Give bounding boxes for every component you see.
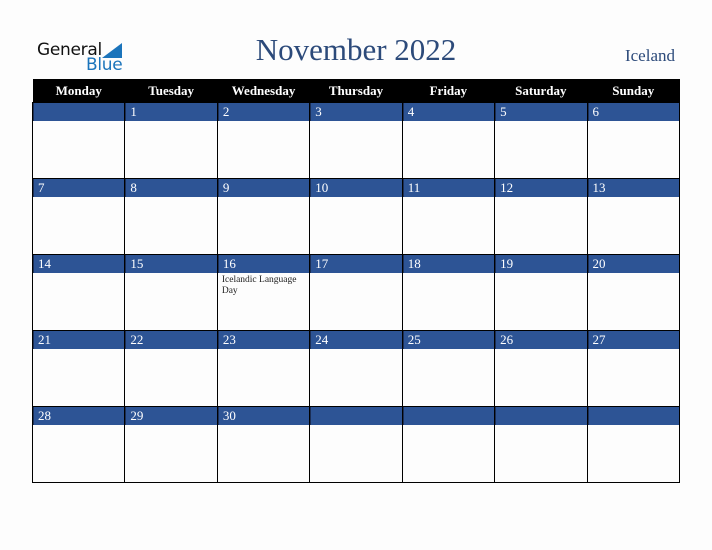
weekday-header: Monday xyxy=(32,79,125,103)
day-number: 16 xyxy=(217,255,310,273)
day-cell[interactable]: 29 xyxy=(124,406,218,483)
day-cell[interactable]: 18 xyxy=(401,254,496,331)
country-label: Iceland xyxy=(624,46,675,65)
day-number xyxy=(33,103,125,121)
day-cell[interactable]: 25 xyxy=(401,330,496,407)
weekday-header: Tuesday xyxy=(124,79,218,103)
weekday-header-row: Monday Tuesday Wednesday Thursday Friday… xyxy=(32,79,680,103)
day-number xyxy=(402,407,495,425)
day-number: 27 xyxy=(587,331,679,349)
day-number: 1 xyxy=(125,103,217,121)
page-title: November 2022 xyxy=(255,32,457,67)
day-cell[interactable]: 2 xyxy=(216,102,311,179)
weekday-header: Saturday xyxy=(494,79,588,103)
day-cell[interactable]: 23 xyxy=(216,330,311,407)
day-number xyxy=(587,407,679,425)
day-cell[interactable]: 17 xyxy=(309,254,403,331)
day-cell[interactable]: 6 xyxy=(586,102,681,179)
day-cell[interactable]: 1 xyxy=(124,102,218,179)
day-number: 25 xyxy=(402,331,495,349)
calendar-grid: Monday Tuesday Wednesday Thursday Friday… xyxy=(31,79,681,483)
day-cell[interactable]: 19 xyxy=(494,254,588,331)
day-number: 3 xyxy=(310,103,402,121)
weekday-header: Wednesday xyxy=(217,79,310,103)
day-number: 13 xyxy=(587,179,679,197)
week-row: 14 15 16 Icelandic Language Day 17 18 19 20 xyxy=(31,254,681,331)
day-number: 14 xyxy=(33,255,125,273)
day-number: 18 xyxy=(402,255,495,273)
day-number: 12 xyxy=(495,179,587,197)
day-cell[interactable] xyxy=(586,406,681,483)
week-row: 28 29 30 xyxy=(31,406,681,483)
day-cell[interactable]: 11 xyxy=(401,178,496,255)
day-cell[interactable]: 13 xyxy=(586,178,681,255)
day-number: 30 xyxy=(217,407,310,425)
day-number: 15 xyxy=(125,255,217,273)
week-row: 21 22 23 24 25 26 27 xyxy=(31,330,681,407)
day-number: 4 xyxy=(402,103,495,121)
weekday-header: Thursday xyxy=(309,79,403,103)
day-number: 29 xyxy=(125,407,217,425)
day-cell[interactable]: 22 xyxy=(124,330,218,407)
day-number: 2 xyxy=(217,103,310,121)
day-number: 21 xyxy=(33,331,125,349)
day-cell[interactable]: 3 xyxy=(309,102,403,179)
day-number: 6 xyxy=(587,103,679,121)
day-number: 19 xyxy=(495,255,587,273)
day-cell[interactable] xyxy=(31,102,126,179)
week-row: 123456 xyxy=(31,102,681,179)
day-cell[interactable]: 26 xyxy=(494,330,588,407)
day-number: 24 xyxy=(310,331,402,349)
weekday-header: Friday xyxy=(402,79,495,103)
day-cell[interactable]: 30 xyxy=(216,406,311,483)
day-cell[interactable]: 14 xyxy=(31,254,126,331)
day-cell[interactable]: 20 xyxy=(586,254,681,331)
day-cell[interactable]: 8 xyxy=(124,178,218,255)
day-number: 23 xyxy=(217,331,310,349)
day-number: 20 xyxy=(587,255,679,273)
day-number: 7 xyxy=(33,179,125,197)
day-cell[interactable]: 27 xyxy=(586,330,681,407)
day-cell[interactable]: 24 xyxy=(309,330,403,407)
day-cell[interactable]: 15 xyxy=(124,254,218,331)
day-cell[interactable] xyxy=(401,406,496,483)
day-number: 5 xyxy=(495,103,587,121)
day-cell[interactable]: 5 xyxy=(494,102,588,179)
day-cell[interactable]: 9 xyxy=(216,178,311,255)
day-number xyxy=(310,407,402,425)
day-number: 11 xyxy=(402,179,495,197)
day-cell[interactable]: 12 xyxy=(494,178,588,255)
holiday-event: Icelandic Language Day xyxy=(221,275,297,296)
day-cell[interactable]: 21 xyxy=(31,330,126,407)
day-cell[interactable] xyxy=(309,406,403,483)
weekday-header: Sunday xyxy=(587,79,680,103)
day-cell[interactable] xyxy=(494,406,588,483)
day-cell[interactable]: 4 xyxy=(401,102,496,179)
day-cell[interactable]: 10 xyxy=(309,178,403,255)
day-cell[interactable]: 7 xyxy=(31,178,126,255)
day-number: 28 xyxy=(33,407,125,425)
day-number: 17 xyxy=(310,255,402,273)
day-number: 9 xyxy=(217,179,310,197)
week-row: 7 8 9 10 11 12 13 xyxy=(31,178,681,255)
day-number: 26 xyxy=(495,331,587,349)
day-cell[interactable]: 28 xyxy=(31,406,126,483)
day-cell[interactable]: 16 Icelandic Language Day xyxy=(216,254,311,331)
day-number: 8 xyxy=(125,179,217,197)
day-number xyxy=(495,407,587,425)
day-number: 10 xyxy=(310,179,402,197)
day-number: 22 xyxy=(125,331,217,349)
